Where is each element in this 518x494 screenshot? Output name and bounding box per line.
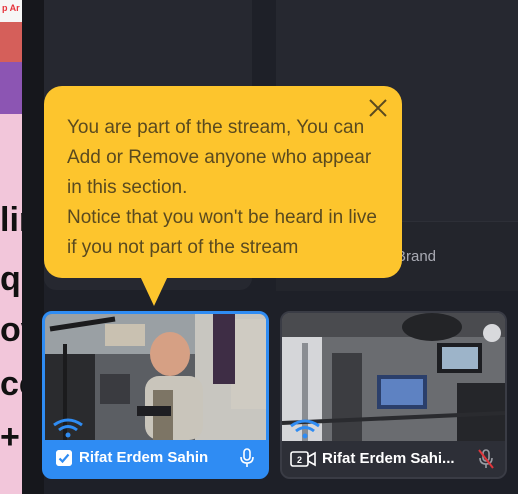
background-page-letter: ov [0,311,22,349]
connection-icon [290,419,320,439]
add-to-stream-icon[interactable]: 2 [290,448,316,470]
participant-name-bar: 2 Rifat Erdem Sahi... [282,441,505,477]
participant-video [282,313,505,441]
participant-name: Rifat Erdem Sahin [79,449,209,466]
background-page-band-red [0,22,22,62]
tooltip-message: You are part of the stream, You can Add … [67,117,377,258]
background-page-snippet: p Ar [2,3,20,13]
add-to-stream-label: 2 [297,455,302,465]
brand-label[interactable]: Brand [396,248,436,265]
tooltip-pointer [140,276,168,306]
checkbox-checked-icon[interactable] [56,450,72,466]
background-page-letter: cc [0,365,22,403]
background-page-band-purple [0,62,22,114]
connection-icon [53,418,83,438]
participant-tile[interactable]: Rifat Erdem Sahin [42,311,269,479]
microphone-icon[interactable] [238,447,256,469]
sidebar-gap [22,0,44,494]
background-page-header: p Ar [0,0,22,22]
background-page-strip: p Ar lin q ov cc + [0,0,22,494]
participant-name: Rifat Erdem Sahi... [322,450,455,467]
background-page-letter: q [0,260,21,298]
participant-name-bar: Rifat Erdem Sahin [45,440,266,476]
participant-video [45,314,266,440]
close-icon[interactable] [366,96,390,120]
background-page-letter: lin [0,201,22,239]
participant-tile[interactable]: 2 Rifat Erdem Sahi... [280,311,507,479]
microphone-muted-icon[interactable] [477,448,495,470]
background-page-letter: + [0,418,20,456]
onboarding-tooltip: You are part of the stream, You can Add … [44,86,402,278]
